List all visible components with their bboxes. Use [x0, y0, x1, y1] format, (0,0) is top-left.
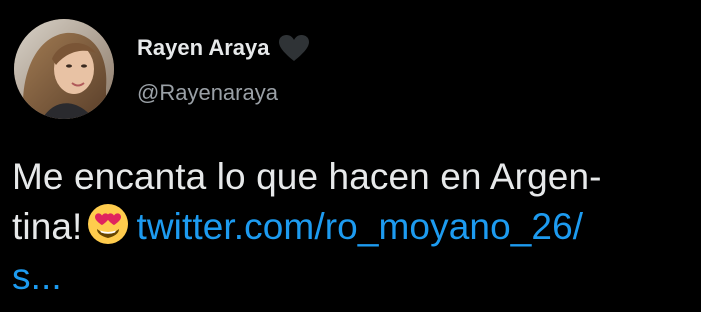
avatar-image: [14, 19, 114, 119]
tweet-card[interactable]: Rayen Araya @Rayenaraya Me encanta lo qu…: [0, 0, 701, 312]
tweet-text-line-3: s...: [12, 252, 692, 302]
heart-eyes-emoji: [86, 202, 130, 246]
display-name[interactable]: Rayen Araya: [137, 34, 269, 62]
tweet-text-fragment: tina!: [12, 206, 83, 247]
tweet-link[interactable]: twitter.com/ro_moyano_26/: [136, 206, 583, 247]
tweet-text-line-1: Me encanta lo que hacen en Argen-: [12, 156, 602, 197]
tweet-text-line-2: tina! twitter.com/ro_moyano_26/: [12, 202, 692, 252]
tweet-text: Me encanta lo que hacen en Argen- tina! …: [12, 152, 692, 302]
author-name-row: Rayen Araya: [137, 32, 310, 64]
heart-icon: [278, 34, 310, 62]
author-handle[interactable]: @Rayenaraya: [137, 78, 278, 108]
avatar[interactable]: [14, 19, 114, 119]
tweet-link-continuation[interactable]: s...: [12, 256, 62, 297]
